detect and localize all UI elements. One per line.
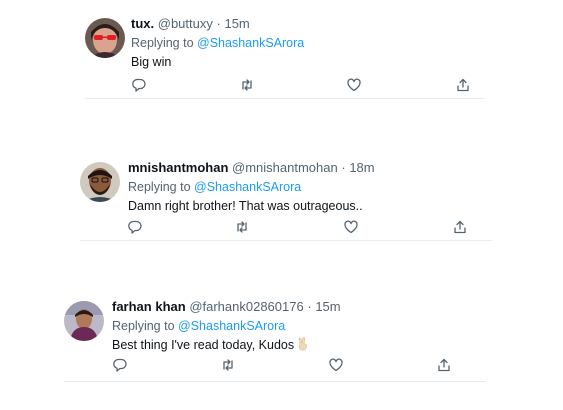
timestamp[interactable]: 15m	[315, 299, 340, 314]
replying-prefix: Replying to	[131, 36, 194, 50]
replying-prefix: Replying to	[112, 319, 175, 333]
retweet-button[interactable]	[234, 219, 250, 235]
replying-to: Replying to @ShashankSArora	[128, 179, 485, 195]
divider	[85, 98, 485, 99]
share-icon	[457, 78, 469, 92]
like-icon	[329, 358, 343, 372]
timestamp[interactable]: 18m	[349, 160, 374, 175]
display-name[interactable]: mnishantmohan	[128, 160, 228, 175]
timestamp[interactable]: 15m	[224, 16, 249, 31]
handle[interactable]: @buttuxy	[158, 16, 213, 31]
share-button[interactable]	[436, 357, 452, 373]
reply-tweet[interactable]: tux. @buttuxy · 15m Replying to @Shashan…	[85, 16, 485, 92]
mention-link[interactable]: @ShashankSArora	[178, 319, 285, 333]
reply-button[interactable]	[112, 357, 128, 373]
tweet-text: Big win	[131, 55, 172, 69]
like-button[interactable]	[328, 357, 344, 373]
tweet-header: farhan khan @farhank02860176 · 15m	[112, 299, 484, 315]
divider	[64, 381, 486, 382]
reply-tweet[interactable]: farhan khan @farhank02860176 · 15m Reply…	[64, 299, 484, 372]
reply-tweet[interactable]: mnishantmohan @mnishantmohan · 18m Reply…	[80, 160, 485, 234]
retweet-icon	[242, 79, 252, 91]
like-icon	[347, 78, 361, 92]
handle[interactable]: @mnishantmohan	[232, 160, 338, 175]
mention-link[interactable]: @ShashankSArora	[197, 36, 304, 50]
share-icon	[454, 220, 466, 234]
tweet-header: mnishantmohan @mnishantmohan · 18m	[128, 160, 485, 176]
avatar-image	[80, 162, 120, 202]
retweet-button[interactable]	[239, 77, 255, 93]
like-button[interactable]	[346, 77, 362, 93]
action-bar	[80, 219, 485, 235]
action-bar	[85, 77, 485, 93]
retweet-icon	[237, 221, 247, 233]
reply-icon	[113, 358, 127, 372]
avatar[interactable]	[85, 18, 125, 58]
tweet-header: tux. @buttuxy · 15m	[131, 16, 485, 32]
reply-icon	[128, 220, 142, 234]
like-icon	[344, 220, 358, 234]
mention-link[interactable]: @ShashankSArora	[194, 180, 301, 194]
divider	[80, 240, 492, 241]
display-name[interactable]: farhan khan	[112, 299, 186, 314]
like-button[interactable]	[343, 219, 359, 235]
action-bar	[64, 357, 484, 373]
separator: ·	[216, 16, 221, 31]
tweet-text: Damn right brother! That was outrageous.…	[128, 199, 363, 213]
share-icon	[438, 358, 450, 372]
tweet-text-line: Best thing I've read today, Kudos	[112, 337, 484, 355]
victory-hand-icon	[297, 337, 310, 355]
share-button[interactable]	[455, 77, 471, 93]
display-name[interactable]: tux.	[131, 16, 154, 31]
replying-prefix: Replying to	[128, 180, 191, 194]
reply-button[interactable]	[127, 219, 143, 235]
reply-icon	[132, 78, 146, 92]
share-button[interactable]	[452, 219, 468, 235]
avatar-image	[64, 301, 104, 341]
separator: ·	[341, 160, 346, 175]
reply-button[interactable]	[131, 77, 147, 93]
separator: ·	[307, 299, 312, 314]
tweet-text: Best thing I've read today, Kudos	[112, 338, 295, 352]
replying-to: Replying to @ShashankSArora	[131, 35, 485, 51]
retweet-icon	[223, 359, 233, 371]
retweet-button[interactable]	[220, 357, 236, 373]
avatar[interactable]	[80, 162, 120, 202]
avatar[interactable]	[64, 301, 104, 341]
handle[interactable]: @farhank02860176	[189, 299, 303, 314]
avatar-image	[85, 18, 125, 58]
replying-to: Replying to @ShashankSArora	[112, 318, 484, 334]
